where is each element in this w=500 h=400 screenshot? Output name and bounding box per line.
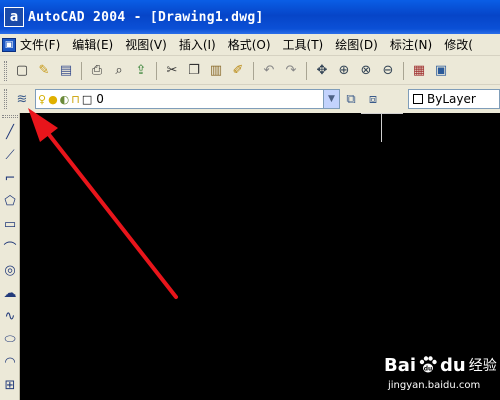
watermark-brand-right: du — [440, 354, 466, 376]
menu-view[interactable]: 视图(V) — [125, 36, 167, 53]
lock-icon[interactable]: ⊓ — [71, 94, 80, 105]
design-center-icon[interactable]: ▣ — [431, 61, 451, 81]
layer-manager-icon[interactable]: ≋ — [12, 89, 32, 109]
layers-toolbar: ≋ ♀ ● ◐ ⊓ □ 0 ▼ ⧉ ⧈ ByLayer — [0, 85, 500, 113]
svg-text:du: du — [424, 366, 433, 373]
save-icon[interactable]: ▤ — [56, 61, 76, 81]
print-preview-icon[interactable]: ⌕ — [109, 61, 129, 81]
ellipse-arc-icon[interactable]: ◠ — [1, 353, 19, 371]
color-control-dropdown[interactable]: ByLayer — [408, 89, 500, 109]
watermark-url: jingyan.baidu.com — [388, 380, 481, 391]
construction-line-icon[interactable]: ⟋ — [1, 146, 19, 164]
zoom-window-icon[interactable]: ⊗ — [356, 61, 376, 81]
copy-icon[interactable]: ❐ — [184, 61, 204, 81]
pan-icon[interactable]: ✥ — [312, 61, 332, 81]
menu-dimension[interactable]: 标注(N) — [390, 36, 432, 53]
baidu-watermark-logo: Bai du du 经验 — [384, 352, 497, 378]
layer-dropdown[interactable]: ♀ ● ◐ ⊓ □ 0 ▼ — [35, 89, 340, 109]
polygon-icon[interactable]: ⬠ — [1, 192, 19, 210]
current-layer-name: 0 — [96, 92, 104, 106]
watermark-brand-left: Bai — [384, 354, 417, 376]
toolbar-grip[interactable] — [4, 89, 7, 109]
toolbar-grip[interactable] — [2, 115, 18, 118]
window-title: AutoCAD 2004 - [Drawing1.dwg] — [28, 9, 264, 25]
insert-block-icon[interactable]: ⊞ — [1, 376, 19, 394]
watermark-suffix: 经验 — [468, 358, 497, 374]
open-icon[interactable]: ✎ — [34, 61, 54, 81]
polyline-icon[interactable]: ⌐ — [1, 169, 19, 187]
cut-icon[interactable]: ✂ — [162, 61, 182, 81]
menu-modify[interactable]: 修改( — [444, 36, 473, 53]
sun-thaw-icon[interactable]: ● — [48, 94, 58, 105]
layer-color-swatch[interactable]: □ — [82, 94, 92, 105]
toolbar-separator — [306, 61, 307, 80]
chevron-down-icon[interactable]: ▼ — [323, 90, 339, 108]
layer-previous-icon[interactable]: ⧈ — [363, 89, 383, 109]
viewport-freeze-icon[interactable]: ◐ — [60, 94, 70, 105]
draw-toolbar: ╱ ⟋ ⌐ ⬠ ▭ ⌒ ◎ ☁ ∿ ⬭ ◠ ⊞ — [0, 113, 20, 400]
circle-icon[interactable]: ◎ — [1, 261, 19, 279]
revision-cloud-icon[interactable]: ☁ — [1, 284, 19, 302]
doc-icon[interactable]: ▣ — [2, 37, 16, 52]
standard-toolbar: ▢ ✎ ▤ ⎙ ⌕ ⇪ ✂ ❐ ▥ ✐ ↶ ↷ ✥ ⊕ ⊗ ⊖ ▦ ▣ — [0, 57, 500, 85]
layer-state-icons: ♀ ● ◐ ⊓ □ — [38, 94, 92, 105]
publish-icon[interactable]: ⇪ — [131, 61, 151, 81]
crosshair-cursor-horizontal — [361, 113, 403, 114]
arc-icon[interactable]: ⌒ — [1, 238, 19, 257]
menu-file[interactable]: 文件(F) — [20, 36, 60, 53]
color-value: ByLayer — [427, 92, 476, 106]
properties-icon[interactable]: ▦ — [409, 61, 429, 81]
bulb-on-icon[interactable]: ♀ — [38, 94, 46, 105]
crosshair-cursor — [381, 113, 382, 142]
paw-icon: du — [419, 356, 437, 373]
menu-tools[interactable]: 工具(T) — [283, 36, 324, 53]
toolbar-separator — [403, 61, 404, 80]
undo-icon[interactable]: ↶ — [259, 61, 279, 81]
toolbar-separator — [156, 61, 157, 80]
make-object-layer-current-icon[interactable]: ⧉ — [341, 89, 361, 109]
menu-draw[interactable]: 绘图(D) — [335, 36, 378, 53]
new-icon[interactable]: ▢ — [12, 61, 32, 81]
paste-icon[interactable]: ▥ — [206, 61, 226, 81]
toolbar-separator — [253, 61, 254, 80]
print-icon[interactable]: ⎙ — [87, 61, 107, 81]
redo-icon[interactable]: ↷ — [281, 61, 301, 81]
toolbar-grip[interactable] — [4, 60, 7, 81]
menu-insert[interactable]: 插入(I) — [179, 36, 216, 53]
autocad-app-icon[interactable]: a — [4, 7, 24, 27]
zoom-previous-icon[interactable]: ⊖ — [378, 61, 398, 81]
match-properties-icon[interactable]: ✐ — [228, 61, 248, 81]
menu-bar: ▣ 文件(F) 编辑(E) 视图(V) 插入(I) 格式(O) 工具(T) 绘图… — [0, 34, 500, 56]
line-icon[interactable]: ╱ — [1, 123, 19, 141]
zoom-realtime-icon[interactable]: ⊕ — [334, 61, 354, 81]
title-bar: a AutoCAD 2004 - [Drawing1.dwg] — [0, 0, 500, 34]
color-swatch — [413, 94, 423, 104]
menu-edit[interactable]: 编辑(E) — [72, 36, 113, 53]
ellipse-icon[interactable]: ⬭ — [1, 330, 19, 348]
toolbar-separator — [81, 61, 82, 80]
spline-icon[interactable]: ∿ — [1, 307, 19, 325]
menu-format[interactable]: 格式(O) — [228, 36, 271, 53]
rectangle-icon[interactable]: ▭ — [1, 215, 19, 233]
